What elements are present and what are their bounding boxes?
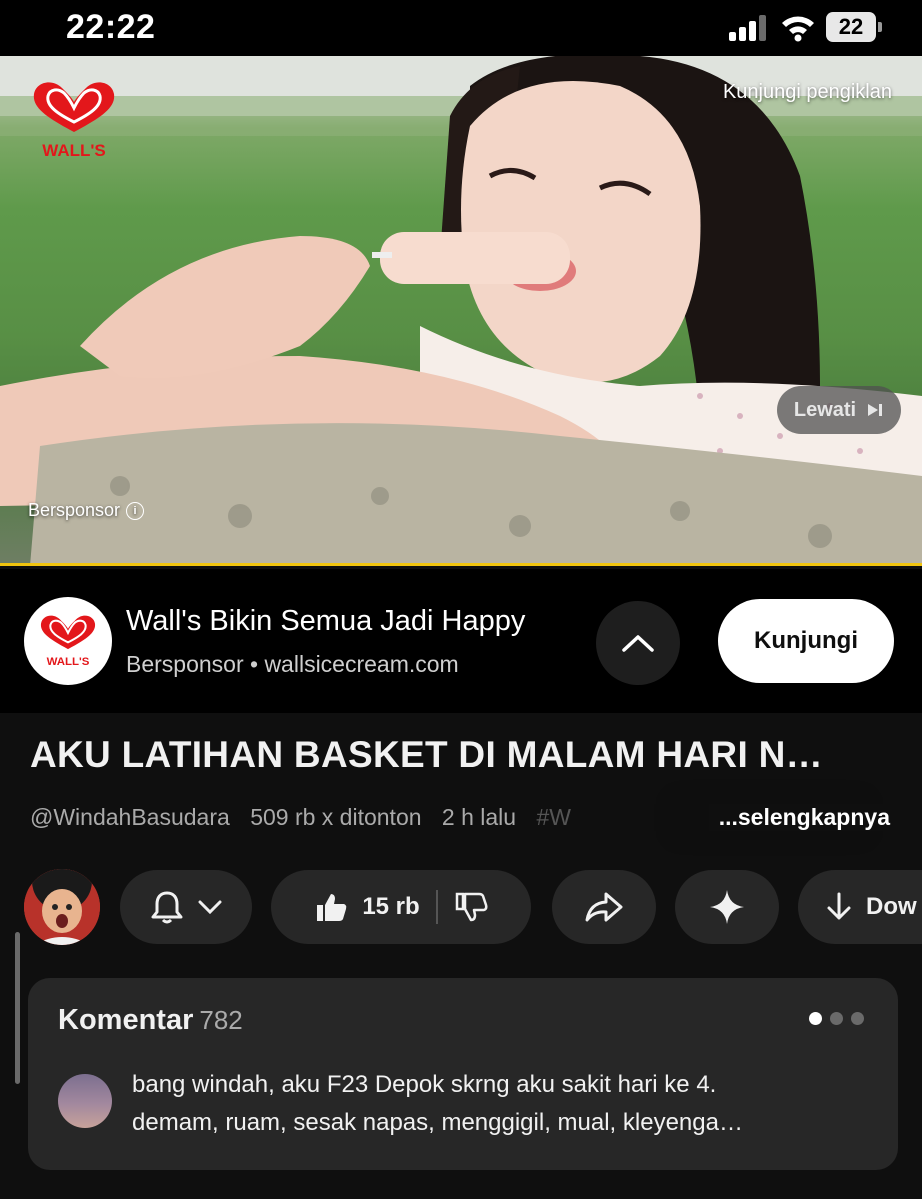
walls-logo-icon: WALL'S	[33, 82, 115, 160]
show-more-link[interactable]: ...selengkapnya	[708, 804, 890, 831]
like-count: 15 rb	[362, 893, 420, 920]
video-player[interactable]: WALL'S Kunjungi pengiklan Lewati Berspon…	[0, 56, 922, 566]
carousel-dots	[809, 1012, 864, 1025]
download-label: Dow	[866, 893, 917, 920]
walls-logo-icon: WALL'S	[40, 615, 96, 668]
wifi-icon	[782, 16, 814, 42]
comments-panel[interactable]: Komentar 782 bang windah, aku F23 Depok s…	[28, 978, 898, 1170]
comments-count: 782	[199, 1005, 243, 1035]
video-metadata[interactable]: @WindahBasudara 509 rb x ditonton 2 h la…	[30, 804, 585, 831]
ad-video-frame	[0, 56, 922, 566]
status-time: 22:22	[66, 8, 156, 46]
skip-label: Lewati	[793, 398, 857, 421]
carousel-dot	[851, 1012, 864, 1025]
ai-sparkle-button[interactable]	[675, 870, 779, 944]
ad-expand-button[interactable]	[596, 601, 680, 685]
carousel-dot	[830, 1012, 843, 1025]
carousel-dot-active	[809, 1012, 822, 1025]
download-icon	[827, 892, 851, 920]
notification-bell-button[interactable]	[120, 870, 252, 944]
comment-line: bang windah, aku F23 Depok skrng aku sak…	[132, 1071, 717, 1098]
top-comment-text: bang windah, aku F23 Depok skrng aku sak…	[132, 1066, 872, 1142]
skip-ad-button[interactable]: Lewati	[777, 386, 901, 434]
ad-title[interactable]: Wall's Bikin Semua Jadi Happy	[126, 605, 525, 638]
bell-icon	[151, 891, 183, 924]
comments-title: Komentar	[58, 1004, 194, 1036]
ad-companion-bar: WALL'S Wall's Bikin Semua Jadi Happy Ber…	[0, 569, 922, 713]
ad-visit-button[interactable]: Kunjungi	[718, 599, 894, 683]
scroll-indicator[interactable]	[15, 932, 20, 1084]
cellular-signal-icon	[729, 15, 766, 41]
download-button[interactable]: Dow	[798, 870, 922, 944]
like-dislike-group: 15 rb	[271, 870, 531, 944]
ad-subtitle: Bersponsor • wallsicecream.com	[126, 651, 459, 677]
channel-avatar-image	[24, 869, 100, 945]
like-divider	[435, 890, 438, 924]
upload-time: 2 h lalu	[441, 804, 517, 830]
channel-avatar[interactable]	[24, 869, 100, 945]
sponsored-tag: Bersponsor i	[28, 500, 145, 521]
sparkle-icon	[710, 890, 744, 924]
skip-next-icon	[868, 404, 883, 416]
visit-advertiser-link[interactable]: Kunjungi pengiklan	[723, 81, 892, 104]
video-title[interactable]: AKU LATIHAN BASKET DI MALAM HARI N…	[30, 734, 900, 776]
commenter-avatar	[58, 1074, 112, 1128]
like-icon[interactable]	[314, 890, 348, 924]
brand-logo-text: WALL'S	[42, 141, 106, 160]
chevron-down-icon	[198, 900, 222, 914]
battery-indicator: 22	[826, 12, 882, 42]
info-icon[interactable]: i	[126, 501, 145, 520]
comment-line: demam, ruam, sesak napas, menggigil, mua…	[132, 1109, 743, 1136]
ad-advertiser-avatar[interactable]: WALL'S	[24, 597, 112, 685]
view-count: 509 rb x ditonton	[250, 804, 422, 830]
chevron-up-icon	[622, 635, 654, 652]
ad-progress-bar	[0, 563, 922, 566]
share-icon	[585, 892, 623, 922]
sponsored-label: Bersponsor	[28, 500, 121, 520]
ad-logo-text: WALL'S	[47, 656, 90, 668]
share-button[interactable]	[552, 870, 656, 944]
channel-handle: @WindahBasudara	[30, 804, 230, 830]
comments-header: Komentar 782	[58, 1004, 243, 1037]
status-bar: 22:22 22	[0, 0, 922, 56]
dislike-icon[interactable]	[454, 890, 488, 924]
hashtag: #W	[536, 804, 571, 830]
